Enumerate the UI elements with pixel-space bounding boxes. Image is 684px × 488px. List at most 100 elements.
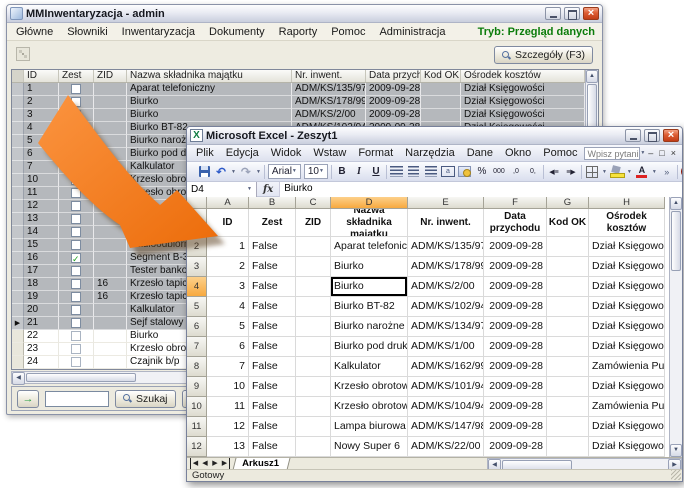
cell-zid[interactable]: [94, 213, 127, 226]
cell-f5[interactable]: 2009-09-28: [484, 297, 547, 317]
row-selector[interactable]: [12, 187, 24, 200]
menu-s-owniki[interactable]: Słowniki: [60, 25, 114, 39]
cell-zest[interactable]: [59, 109, 94, 122]
row-selector[interactable]: [12, 252, 24, 265]
row-selector-header[interactable]: [12, 70, 24, 82]
italic-button[interactable]: I: [352, 164, 366, 179]
checkbox-unchecked[interactable]: [71, 344, 81, 354]
increase-indent-button[interactable]: ≡▶: [564, 164, 578, 179]
cell-zid[interactable]: [94, 304, 127, 317]
cell-a9[interactable]: 10: [207, 377, 249, 397]
cell-d4[interactable]: Biurko: [331, 277, 408, 297]
cell-c3[interactable]: [296, 257, 331, 277]
col-header-e[interactable]: E: [408, 197, 484, 209]
column-header-data-przychodu[interactable]: Data przychodu: [366, 70, 421, 82]
cell-b7[interactable]: False: [249, 337, 296, 357]
cell-zid[interactable]: [94, 343, 127, 356]
redo-button[interactable]: ↷: [239, 164, 253, 179]
row-selector[interactable]: [12, 330, 24, 343]
cell-c7[interactable]: [296, 337, 331, 357]
cell-kod-ok[interactable]: [421, 96, 461, 109]
bold-button[interactable]: B: [335, 164, 349, 179]
chevron-down-icon[interactable]: ▼: [256, 169, 261, 175]
cell-h5[interactable]: Dział Księgowości: [589, 297, 665, 317]
cell-d6[interactable]: Biurko narożne: [331, 317, 408, 337]
cell-a10[interactable]: 11: [207, 397, 249, 417]
column-header-id[interactable]: ID: [24, 70, 59, 82]
cell-zest[interactable]: [59, 304, 94, 317]
col-header-c[interactable]: C: [296, 197, 331, 209]
resize-grip[interactable]: [671, 470, 681, 480]
checkbox-unchecked[interactable]: [71, 136, 81, 146]
cell-id[interactable]: 4: [24, 122, 59, 135]
scroll-up-icon[interactable]: ▲: [670, 197, 682, 210]
cell-f11[interactable]: 2009-09-28: [484, 417, 547, 437]
cell-g5[interactable]: [547, 297, 589, 317]
cell-b6[interactable]: False: [249, 317, 296, 337]
details-button[interactable]: Szczegóły (F3): [494, 46, 593, 64]
cell-f10[interactable]: 2009-09-28: [484, 397, 547, 417]
cell-osrodek-kosztow[interactable]: Dział Księgowości: [461, 109, 585, 122]
align-center-button[interactable]: [407, 164, 421, 179]
row-header-8[interactable]: 8: [187, 357, 207, 377]
row-header-6[interactable]: 6: [187, 317, 207, 337]
row-header-12[interactable]: 12: [187, 437, 207, 457]
workbook-close-icon[interactable]: ×: [668, 147, 679, 160]
cell-h8[interactable]: Zamówienia Publiczne: [589, 357, 665, 377]
formula-input[interactable]: Biurko: [279, 182, 682, 197]
cell-a5[interactable]: 4: [207, 297, 249, 317]
chevron-down-icon[interactable]: ▼: [231, 169, 236, 175]
cell-h2[interactable]: Dział Księgowości: [589, 237, 665, 257]
cell-e7[interactable]: ADM/KS/1/00: [408, 337, 484, 357]
cell-zid[interactable]: [94, 317, 127, 330]
cell-zest[interactable]: [59, 200, 94, 213]
cell-d10[interactable]: Krzesło obrotowe: [331, 397, 408, 417]
row-selector[interactable]: [12, 265, 24, 278]
cell-a11[interactable]: 12: [207, 417, 249, 437]
cell-h10[interactable]: Zamówienia Publiczne: [589, 397, 665, 417]
cell-a3[interactable]: 2: [207, 257, 249, 277]
borders-button[interactable]: [585, 164, 599, 179]
cell-data-przychodu[interactable]: 2009-09-28: [366, 109, 421, 122]
cell-zest[interactable]: [59, 252, 94, 265]
cell-e5[interactable]: ADM/KS/102/94: [408, 297, 484, 317]
excel-menu-format[interactable]: Format: [352, 146, 399, 160]
excel-close-button[interactable]: [663, 129, 679, 142]
cell-c11[interactable]: [296, 417, 331, 437]
col-header-f[interactable]: F: [484, 197, 547, 209]
cell-kod-ok[interactable]: [421, 109, 461, 122]
cell-zid[interactable]: [94, 265, 127, 278]
cell-nr-inwent[interactable]: ADM/KS/2/00: [292, 109, 366, 122]
checkbox-unchecked[interactable]: [71, 305, 81, 315]
search-input[interactable]: [45, 391, 109, 407]
cell-zid[interactable]: 16: [94, 291, 127, 304]
cell-c8[interactable]: [296, 357, 331, 377]
cell-e11[interactable]: ADM/KS/147/98: [408, 417, 484, 437]
cell-id[interactable]: 19: [24, 291, 59, 304]
cell-g4[interactable]: [547, 277, 589, 297]
checkbox-unchecked[interactable]: [71, 240, 81, 250]
cell-b9[interactable]: False: [249, 377, 296, 397]
percent-button[interactable]: %: [475, 164, 489, 179]
cell-zid[interactable]: [94, 200, 127, 213]
cell-c10[interactable]: [296, 397, 331, 417]
cell-d11[interactable]: Lampa biurowa: [331, 417, 408, 437]
row-selector[interactable]: [12, 343, 24, 356]
cell-g7[interactable]: [547, 337, 589, 357]
col-header-g[interactable]: G: [547, 197, 589, 209]
save-button[interactable]: [197, 164, 211, 179]
first-sheet-icon[interactable]: ◀: [190, 458, 200, 469]
font-name-select[interactable]: Arial▼: [268, 164, 301, 179]
cell-g8[interactable]: [547, 357, 589, 377]
toolbar-options-icon[interactable]: »: [660, 164, 674, 179]
cell-d8[interactable]: Kalkulator: [331, 357, 408, 377]
cell-g9[interactable]: [547, 377, 589, 397]
cell-b8[interactable]: False: [249, 357, 296, 377]
cell-h12[interactable]: Dział Księgowości: [589, 437, 665, 457]
row-selector[interactable]: [12, 226, 24, 239]
fill-color-button[interactable]: [610, 164, 624, 179]
header-cell-zest[interactable]: Zest: [249, 209, 296, 237]
row-header-1[interactable]: 1: [187, 209, 207, 237]
increase-decimal-button[interactable]: ,0: [509, 164, 523, 179]
cell-id[interactable]: 7: [24, 161, 59, 174]
